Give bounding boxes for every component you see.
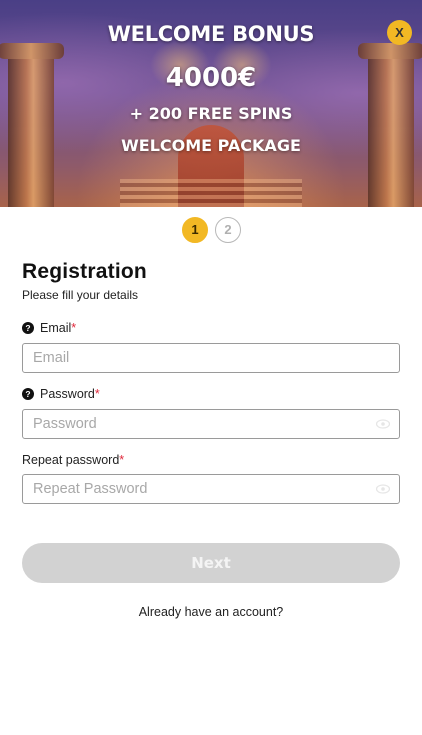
banner-title: WELCOME BONUS	[107, 22, 315, 46]
required-mark: *	[94, 387, 100, 401]
banner-stairs	[120, 179, 302, 207]
page-subtitle: Please fill your details	[22, 288, 139, 302]
banner-amount: 4000€	[165, 63, 257, 93]
email-label-row: ? Email *	[22, 321, 76, 335]
repeat-password-label: Repeat password	[22, 453, 120, 467]
help-icon[interactable]: ?	[22, 388, 34, 400]
banner-free-spins: + 200 FREE SPINS	[129, 104, 293, 123]
password-field[interactable]	[22, 409, 400, 439]
promo-banner: WELCOME BONUS 4000€ + 200 FREE SPINS WEL…	[0, 0, 422, 207]
password-label: Password	[40, 387, 95, 401]
email-field[interactable]	[22, 343, 400, 373]
repeat-password-field[interactable]	[22, 474, 400, 504]
page-title: Registration	[22, 260, 147, 283]
required-mark: *	[71, 321, 77, 335]
next-button[interactable]: Next	[22, 543, 400, 583]
login-link[interactable]: Already have an account?	[0, 605, 422, 619]
required-mark: *	[119, 453, 125, 467]
password-label-row: ? Password *	[22, 387, 100, 401]
close-icon[interactable]: X	[387, 20, 412, 45]
eye-icon[interactable]	[376, 419, 390, 429]
step-1: 1	[182, 217, 208, 243]
email-label: Email	[40, 321, 72, 335]
help-icon[interactable]: ?	[22, 322, 34, 334]
banner-package: WELCOME PACKAGE	[121, 136, 301, 155]
step-2[interactable]: 2	[215, 217, 241, 243]
step-indicator: 1 2	[0, 217, 422, 243]
repeat-password-label-row: Repeat password *	[22, 453, 124, 467]
eye-icon[interactable]	[376, 484, 390, 494]
